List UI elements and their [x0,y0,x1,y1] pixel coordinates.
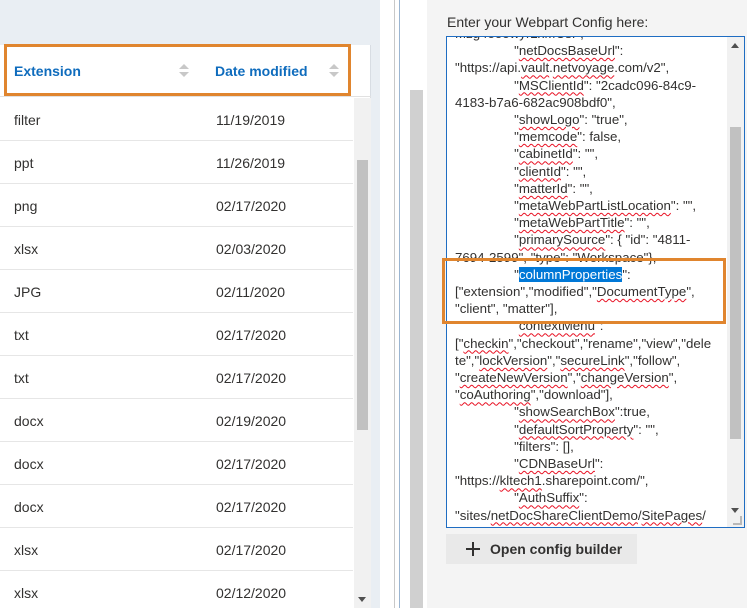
scrollbar-thumb[interactable] [730,127,741,439]
config-line: "coAuthoring","download"], [455,387,613,403]
config-line: "memcode": false, [455,129,622,145]
table-row[interactable]: docx 02/17/2020 [0,442,353,485]
textarea-scrollbar[interactable] [727,37,744,527]
open-config-builder-button[interactable]: Open config builder [446,534,637,564]
config-line: "matterId": "", [455,180,593,196]
table-row[interactable]: txt 02/17/2020 [0,356,353,399]
extension-cell: docx [14,412,44,429]
config-line: "createNewVersion","changeVersion", [455,370,678,386]
extension-cell: txt [14,326,29,343]
plus-icon [466,542,480,556]
divider-line [399,0,400,608]
config-line: "showSearchBox":true, [455,404,650,420]
column-header-highlight [4,44,351,96]
config-line: "AuthSuffix": [455,490,588,506]
config-label: Enter your Webpart Config here: [447,14,649,30]
resize-handle-icon[interactable] [733,516,742,525]
table-row[interactable]: ppt 11/26/2019 [0,141,353,184]
date-modified-cell: 02/17/2020 [216,326,287,343]
scroll-down-arrow-icon[interactable] [731,508,739,513]
table-row[interactable]: txt 02/17/2020 [0,313,353,356]
divider-line [394,0,395,608]
table-row[interactable]: xlsx 02/17/2020 [0,528,353,571]
config-line: te","lockVersion","secureLink","follow", [455,352,681,368]
date-modified-cell: 02/03/2020 [216,240,287,257]
date-modified-cell: 11/26/2019 [216,154,286,171]
table-row[interactable]: JPG 02/11/2020 [0,270,353,313]
config-line: 4183-b7a6-682ac908bdf0", [455,94,616,110]
date-modified-cell: 11/19/2019 [216,111,286,128]
open-config-builder-label: Open config builder [490,541,623,557]
date-modified-cell: 02/17/2020 [216,541,287,558]
scroll-down-arrow-icon[interactable] [358,597,366,602]
config-line: "clientId": "", [455,163,587,179]
config-line: "CDNBaseUrl": [455,456,604,472]
extension-cell: txt [14,369,29,386]
config-line: "sites/netDocShareClientDemo/SitePages/ [455,507,706,523]
date-modified-cell: 02/12/2020 [216,584,287,601]
table-body: filter 11/19/2019 ppt 11/26/2019 png 02/17/20… [0,98,353,608]
table-row[interactable]: docx 02/17/2020 [0,485,353,528]
table-row[interactable]: xlsx 02/03/2020 [0,227,353,270]
config-line: "showLogo": "true", [455,112,628,128]
extension-cell: JPG [14,283,42,300]
scroll-up-arrow-icon[interactable] [731,43,739,48]
pane-divider [380,0,427,608]
config-line: "primarySource": { "id": "4811- [455,232,691,248]
extension-cell: png [14,197,38,214]
date-modified-cell: 02/17/2020 [216,197,287,214]
extension-cell: xlsx [14,584,39,601]
file-table: Extension Date modified filter 11/19/2019… [0,45,371,608]
date-modified-cell: 02/19/2020 [216,412,287,429]
panel-scrollbar[interactable] [410,90,423,608]
config-line: ["checkin","checkout","rename","view","d… [455,335,712,351]
config-line: "filters": [], [455,438,574,454]
date-modified-cell: 02/17/2020 [216,498,287,515]
extension-cell: docx [14,455,44,472]
scrollbar-thumb[interactable] [357,160,368,430]
config-line: "metaWebPartTitle": "", [455,215,650,231]
date-modified-cell: 02/17/2020 [216,369,287,386]
config-line: "defaultSortProperty": "", [455,421,659,437]
extension-cell: docx [14,498,44,515]
config-line: "MSClientId": "2cadc096-84c9- [455,77,697,93]
config-line: "https://api.vault.netvoyage.com/v2", [455,60,670,76]
config-line: "https://kltech1.sharepoint.com/", [455,473,649,489]
date-modified-cell: 02/11/2020 [216,283,286,300]
config-line: "netDocsBaseUrl": [455,43,624,59]
table-row[interactable]: docx 02/19/2020 [0,399,353,442]
table-row[interactable]: filter 11/19/2019 [0,98,353,141]
table-scrollbar[interactable] [354,98,371,608]
extension-cell: xlsx [14,240,39,257]
extension-cell: xlsx [14,541,39,558]
config-line: "cabinetId": "", [455,146,599,162]
date-modified-cell: 02/17/2020 [216,455,287,472]
table-row[interactable]: png 02/17/2020 [0,184,353,227]
column-properties-highlight [442,258,726,324]
extension-cell: filter [14,111,41,128]
table-row[interactable]: xlsx 02/12/2020 [0,571,353,608]
config-line: "metaWebPartListLocation": "", [455,198,697,214]
config-line: Authen... [455,524,727,527]
extension-cell: ppt [14,154,34,171]
